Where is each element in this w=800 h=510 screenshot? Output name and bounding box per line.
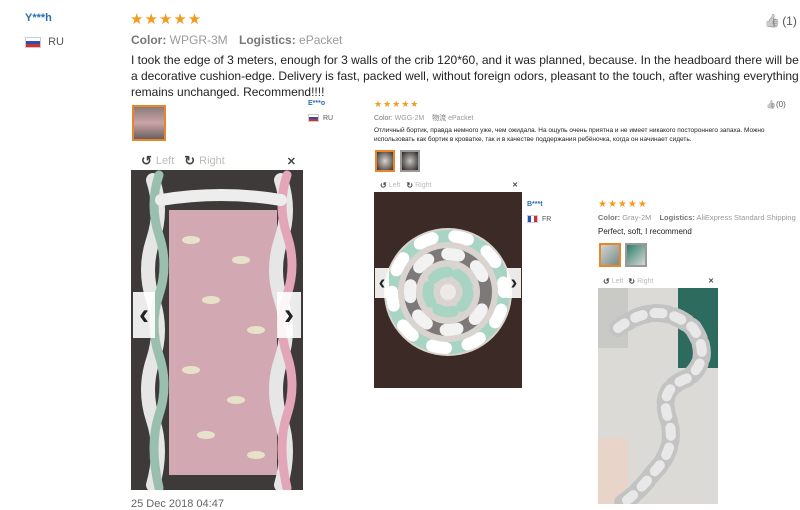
rotate-left-icon: ↺	[380, 180, 387, 190]
review-meta: Color: WGG-2M 物流 ePacket	[374, 115, 474, 122]
rotate-left-icon: ↺	[141, 153, 152, 168]
review-thumbnail[interactable]	[599, 243, 621, 267]
prev-image-button[interactable]: ‹	[375, 268, 389, 298]
rating-stars: ★★★★★	[598, 199, 648, 210]
flag-fr-icon	[527, 215, 538, 223]
review-text: I took the edge of 3 meters, enough for …	[131, 53, 799, 99]
chevron-left-icon: ‹	[139, 298, 149, 331]
thumbs-up-icon: 👍	[764, 13, 781, 28]
review-photo	[598, 288, 718, 504]
review-date: 25 Dec 2018 04:47	[131, 498, 224, 510]
rotate-right-icon: ↻	[628, 276, 636, 286]
helpful-button[interactable]: 👍 (1)	[764, 13, 797, 29]
review-meta: Color: WPGR-3M Logistics: ePacket	[131, 33, 343, 47]
thumbs-up-icon: 👍	[766, 100, 776, 109]
helpful-button[interactable]: 👍 (0)	[766, 100, 786, 109]
close-icon[interactable]: ✕	[287, 155, 296, 168]
rotate-left-button[interactable]: ↺ Left	[603, 277, 623, 286]
reviewer-country: RU	[25, 36, 64, 48]
reviewer-country: FR	[527, 215, 551, 223]
review-photo: ‹ ›	[131, 170, 303, 490]
image-viewer-toolbar: ↺ Left ↻ Right ✕	[598, 275, 718, 287]
rating-stars: ★★★★★	[374, 99, 420, 109]
close-icon[interactable]: ✕	[512, 181, 518, 189]
image-viewer-toolbar: ↺ Left ↻ Right ✕	[131, 152, 300, 170]
chevron-right-icon: ›	[510, 271, 518, 294]
review-thumbnail[interactable]	[625, 243, 647, 267]
review-thumbnail[interactable]	[132, 105, 166, 141]
rotate-right-icon: ↻	[406, 180, 414, 190]
chevron-left-icon: ‹	[378, 271, 386, 294]
chevron-right-icon: ›	[284, 298, 294, 331]
prev-image-button[interactable]: ‹	[133, 292, 155, 338]
reviewer-name[interactable]: Y***h	[25, 12, 52, 24]
rotate-right-button[interactable]: ↻ Right	[184, 153, 225, 169]
rotate-left-button[interactable]: ↺ Left	[380, 181, 400, 190]
reviewer-name[interactable]: E***o	[308, 100, 325, 107]
review-thumbnail[interactable]	[400, 150, 420, 172]
review-text: Perfect, soft, I recommend	[598, 227, 692, 236]
next-image-button[interactable]: ›	[507, 268, 521, 298]
flag-ru-icon	[308, 114, 319, 122]
flag-ru-icon	[25, 36, 41, 48]
close-icon[interactable]: ✕	[708, 277, 714, 285]
review-thumbnail[interactable]	[375, 150, 395, 172]
rotate-right-icon: ↻	[184, 153, 196, 168]
next-image-button[interactable]: ›	[277, 292, 301, 338]
rating-stars: ★★★★★	[130, 11, 203, 28]
reviewer-name[interactable]: B***t	[527, 201, 543, 208]
rotate-left-button[interactable]: ↺ Left	[141, 153, 174, 169]
review-text: Отличный бортик, правда немного уже, чем…	[374, 127, 765, 143]
rotate-left-icon: ↺	[603, 276, 610, 286]
image-viewer-toolbar: ↺ Left ↻ Right ✕	[374, 179, 522, 191]
review-meta: Color: Gray-2M Logistics: AliExpress Sta…	[598, 213, 796, 222]
review-photo: ‹ ›	[374, 192, 522, 388]
photo-gray-bumper-bathroom	[598, 288, 718, 504]
photo-braided-bumper-coil	[374, 192, 522, 388]
rotate-right-button[interactable]: ↻ Right	[406, 181, 431, 190]
rotate-right-button[interactable]: ↻ Right	[628, 277, 653, 286]
reviewer-country: RU	[308, 114, 333, 122]
